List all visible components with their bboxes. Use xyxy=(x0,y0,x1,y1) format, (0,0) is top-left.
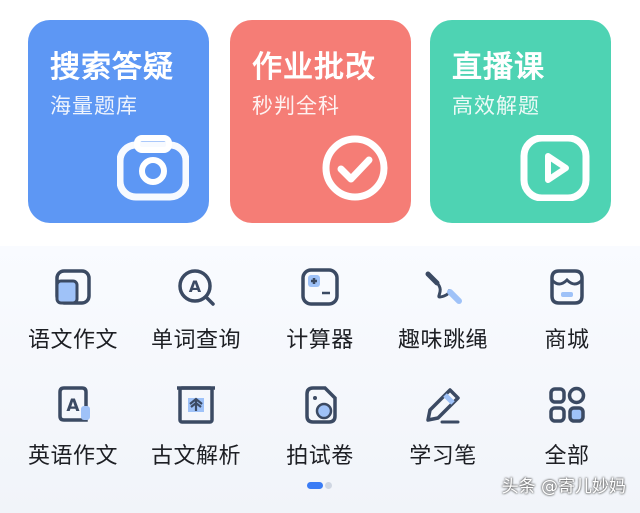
play-icon xyxy=(520,135,590,201)
tool-label: 学习笔 xyxy=(409,444,477,469)
tool-classical-chinese[interactable]: 古文解析 xyxy=(137,376,255,488)
card-subtitle: 秒判全科 xyxy=(252,94,340,118)
tool-label: 英语作文 xyxy=(27,444,118,469)
paper-camera-icon xyxy=(305,386,337,424)
homework-check-card[interactable]: 作业批改 秒判全科 xyxy=(230,20,411,223)
svg-text:A: A xyxy=(189,277,202,296)
tool-label: 趣味跳绳 xyxy=(397,328,488,353)
grid-icon xyxy=(549,386,586,423)
page-dot-active xyxy=(307,482,323,489)
tool-english-essay[interactable]: A 英语作文 xyxy=(14,376,132,488)
search-answer-card[interactable]: 搜索答疑 海量题库 xyxy=(28,20,209,223)
card-subtitle: 海量题库 xyxy=(50,94,138,118)
word-search-icon: A xyxy=(178,269,215,306)
notebook-icon xyxy=(55,269,91,305)
card-title: 搜索答疑 xyxy=(50,50,174,85)
tool-store[interactable]: 商城 xyxy=(508,246,626,358)
card-title: 作业批改 xyxy=(252,50,376,85)
page-indicator[interactable] xyxy=(307,482,333,490)
card-subtitle: 高效解题 xyxy=(452,94,540,118)
tool-scan-paper[interactable]: 拍试卷 xyxy=(261,376,379,488)
watermark: 头条 @寄儿妙妈 xyxy=(501,477,626,497)
tool-word-lookup[interactable]: A 单词查询 xyxy=(137,246,255,358)
tool-label: 商城 xyxy=(544,328,590,353)
store-icon xyxy=(550,269,584,305)
tool-label: 计算器 xyxy=(286,328,354,353)
pen-icon xyxy=(426,388,460,424)
card-title: 直播课 xyxy=(452,50,545,85)
live-class-card[interactable]: 直播课 高效解题 xyxy=(430,20,611,223)
tool-label: 拍试卷 xyxy=(286,444,354,469)
english-doc-icon: A xyxy=(58,386,90,422)
tool-calculator[interactable]: 计算器 xyxy=(261,246,379,358)
tool-label: 古文解析 xyxy=(150,444,241,469)
tool-study-pen[interactable]: 学习笔 xyxy=(384,376,502,488)
tool-label: 全部 xyxy=(544,444,590,469)
svg-text:A: A xyxy=(66,396,80,416)
check-icon xyxy=(322,135,388,201)
tool-label: 语文作文 xyxy=(27,328,118,353)
scroll-icon xyxy=(177,386,215,424)
tool-label: 单词查询 xyxy=(150,328,241,353)
calculator-icon xyxy=(301,268,339,306)
tool-chinese-essay[interactable]: 语文作文 xyxy=(14,246,132,358)
camera-icon xyxy=(117,135,189,201)
tool-jump-rope[interactable]: 趣味跳绳 xyxy=(384,246,502,358)
jump-rope-icon xyxy=(425,271,462,304)
page-dot xyxy=(325,482,332,489)
feature-cards: 搜索答疑 海量题库 作业批改 秒判全科 直播课 高效解题 xyxy=(0,0,640,240)
